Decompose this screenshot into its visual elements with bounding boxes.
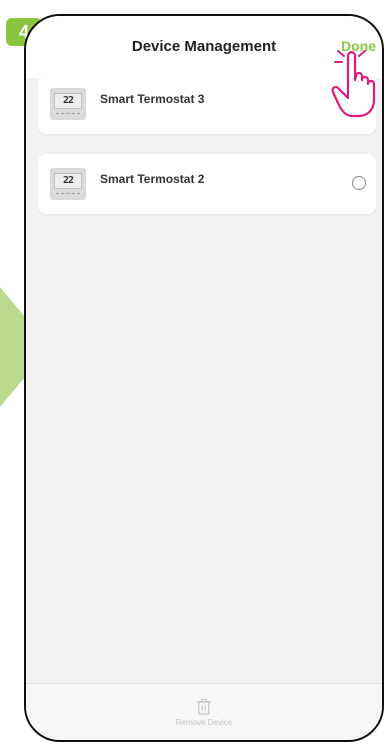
phone-frame: Device Management Done 22 Smart Termosta… [24,14,384,742]
thermostat-icon: 22 [50,168,86,200]
thermostat-buttons [56,193,80,196]
thermostat-display: 22 [54,93,82,109]
navbar: Device Management Done [26,16,382,78]
hand-pointer-icon [331,50,376,118]
trash-icon [197,699,211,715]
remove-device-label: Remove Device [175,718,233,727]
bottom-toolbar: Remove Device [26,683,382,740]
thermostat-icon: 22 [50,88,86,120]
thermostat-buttons [56,113,80,116]
page-title: Device Management [131,38,277,55]
device-name: Smart Termostat 3 [100,92,205,106]
remove-device-button[interactable]: Remove Device [176,698,232,727]
select-radio[interactable] [352,176,366,190]
device-name: Smart Termostat 2 [100,172,205,186]
device-item[interactable]: 22 Smart Termostat 2 [38,154,376,214]
thermostat-display: 22 [54,173,82,189]
device-item[interactable]: 22 Smart Termostat 3 [38,74,376,134]
